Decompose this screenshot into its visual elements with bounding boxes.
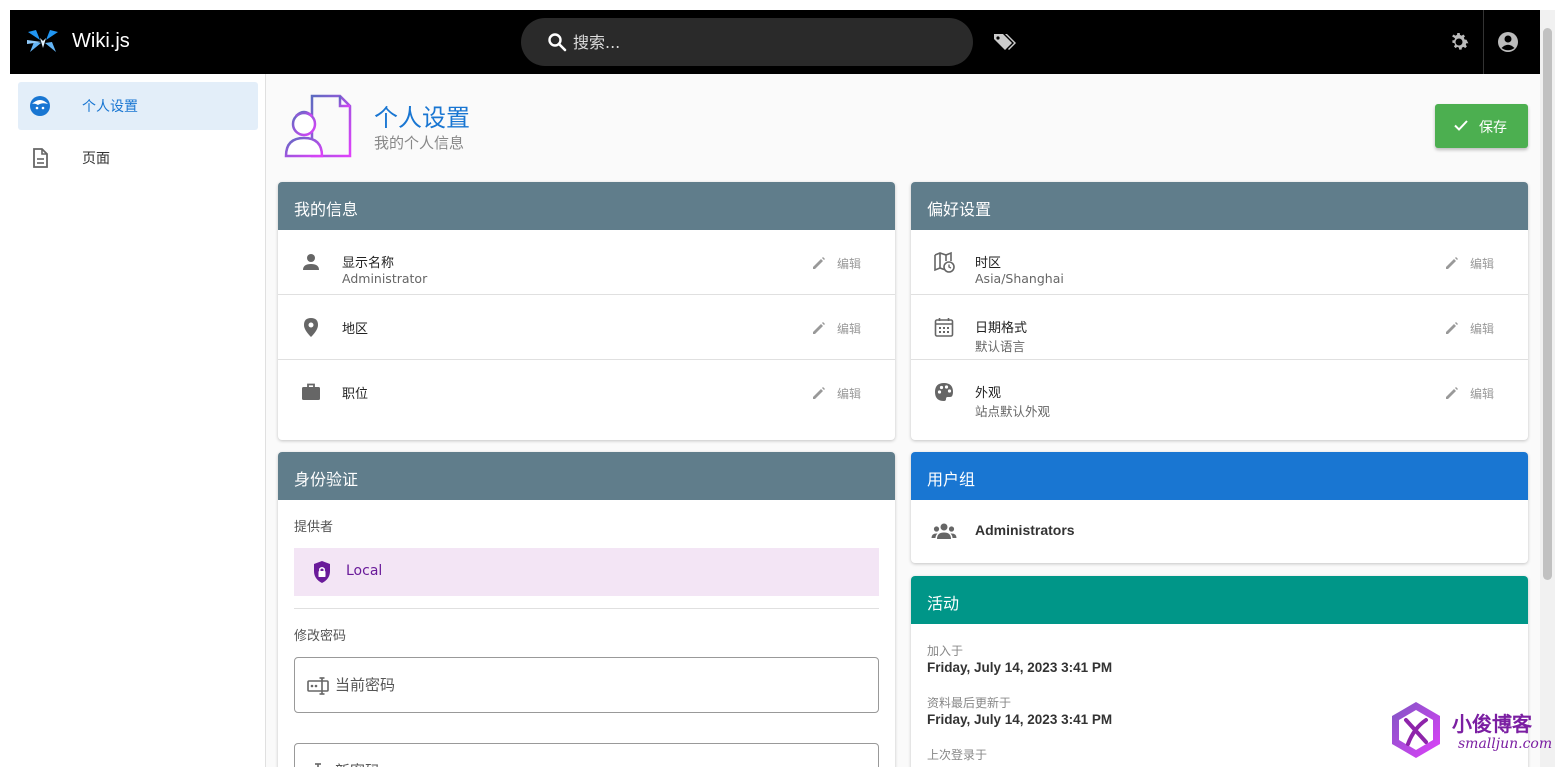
pencil-icon bbox=[813, 257, 825, 269]
edit-label: 编辑 bbox=[1470, 257, 1495, 271]
sidebar: 个人设置 页面 bbox=[10, 74, 266, 767]
timezone-label: 时区 bbox=[975, 256, 1002, 271]
groups-card: 用户组 Administrators bbox=[911, 452, 1528, 563]
edit-label: 编辑 bbox=[837, 387, 862, 401]
edit-job-title-button[interactable]: 编辑 bbox=[811, 383, 867, 403]
page-subtitle: 我的个人信息 bbox=[374, 134, 465, 152]
my-info-title: 我的信息 bbox=[278, 182, 895, 230]
timezone-value: Asia/Shanghai bbox=[975, 271, 1064, 286]
display-name-row: 显示名称 Administrator 编辑 bbox=[278, 230, 895, 295]
job-title-label: 职位 bbox=[342, 387, 369, 402]
appearance-value: 站点默认外观 bbox=[975, 404, 1051, 419]
last-login-label: 上次登录于 bbox=[927, 748, 988, 762]
job-title-row: 职位 编辑 bbox=[278, 360, 895, 425]
timezone-row: 时区 Asia/Shanghai 编辑 bbox=[911, 230, 1528, 295]
watermark-name: 小俊博客 bbox=[1452, 712, 1532, 736]
person-icon bbox=[303, 254, 319, 270]
current-password-field[interactable] bbox=[294, 657, 879, 713]
location-label: 地区 bbox=[342, 322, 369, 337]
updated-value: Friday, July 14, 2023 3:41 PM bbox=[927, 712, 1113, 727]
sidebar-item-label: 个人设置 bbox=[82, 99, 138, 115]
account-circle-icon[interactable] bbox=[1496, 30, 1520, 54]
pencil-icon bbox=[1446, 257, 1458, 269]
location-row: 地区 编辑 bbox=[278, 295, 895, 360]
display-name-label: 显示名称 bbox=[342, 256, 395, 271]
face-profile-icon bbox=[30, 96, 50, 116]
edit-location-button[interactable]: 编辑 bbox=[811, 318, 867, 338]
edit-label: 编辑 bbox=[837, 257, 862, 271]
edit-timezone-button[interactable]: 编辑 bbox=[1444, 253, 1500, 273]
wikijs-logo-icon[interactable] bbox=[26, 28, 60, 56]
map-clock-icon bbox=[934, 251, 955, 273]
check-icon bbox=[1454, 120, 1468, 131]
account-group-icon bbox=[931, 523, 957, 539]
palette-icon bbox=[935, 383, 953, 401]
form-textbox-password-icon bbox=[307, 677, 329, 695]
joined-value: Friday, July 14, 2023 3:41 PM bbox=[927, 660, 1113, 675]
search-input[interactable] bbox=[573, 26, 953, 58]
edit-label: 编辑 bbox=[1470, 322, 1495, 336]
new-password-input[interactable] bbox=[335, 758, 855, 767]
updated-label: 资料最后更新于 bbox=[927, 696, 1012, 710]
form-textbox-icon bbox=[315, 763, 321, 767]
sidebar-item-profile[interactable]: 个人设置 bbox=[18, 82, 258, 130]
calendar-icon bbox=[934, 318, 954, 337]
appearance-row: 外观 站点默认外观 编辑 bbox=[911, 360, 1528, 425]
topbar-divider bbox=[1483, 10, 1484, 74]
change-password-label: 修改密码 bbox=[294, 629, 347, 644]
groups-title: 用户组 bbox=[911, 452, 1528, 500]
app-title[interactable]: Wiki.js bbox=[72, 30, 130, 53]
tags-icon[interactable] bbox=[992, 30, 1018, 54]
sidebar-item-label: 页面 bbox=[82, 151, 110, 167]
date-format-label: 日期格式 bbox=[975, 321, 1028, 336]
save-button[interactable]: 保存 bbox=[1435, 104, 1528, 148]
watermark-logo-icon bbox=[1392, 702, 1440, 758]
new-password-field[interactable] bbox=[294, 743, 879, 767]
watermark: 小俊博客 smalljun.com bbox=[1386, 700, 1556, 762]
edit-date-format-button[interactable]: 编辑 bbox=[1444, 318, 1500, 338]
my-info-card: 我的信息 显示名称 Administrator 编辑 地区 编辑 职位 编辑 bbox=[278, 182, 895, 440]
auth-divider bbox=[294, 608, 879, 609]
preferences-title: 偏好设置 bbox=[911, 182, 1528, 230]
auth-title: 身份验证 bbox=[278, 452, 895, 500]
edit-display-name-button[interactable]: 编辑 bbox=[811, 253, 867, 273]
date-format-row: 日期格式 默认语言 编辑 bbox=[911, 295, 1528, 360]
edit-label: 编辑 bbox=[1470, 387, 1495, 401]
provider-label: 提供者 bbox=[294, 520, 334, 535]
provider-badge: Local bbox=[294, 548, 879, 596]
location-icon bbox=[304, 318, 318, 337]
pencil-icon bbox=[813, 322, 825, 334]
preferences-card: 偏好设置 时区 Asia/Shanghai 编辑 日期格式 默认语言 编辑 外观… bbox=[911, 182, 1528, 440]
page-title: 个人设置 bbox=[374, 104, 470, 132]
display-name-value: Administrator bbox=[342, 271, 428, 286]
edit-appearance-button[interactable]: 编辑 bbox=[1444, 383, 1500, 403]
provider-name: Local bbox=[346, 563, 383, 579]
sidebar-item-pages[interactable]: 页面 bbox=[18, 134, 258, 182]
file-document-icon bbox=[33, 148, 48, 168]
scrollbar-thumb[interactable] bbox=[1543, 28, 1552, 580]
app-window: Wiki.js 搜索... 个人设置 页面 个人设置 我的个人信息 保存 我的信… bbox=[10, 10, 1540, 767]
shield-lock-icon bbox=[314, 561, 330, 583]
watermark-url: smalljun.com bbox=[1458, 736, 1553, 752]
joined-label: 加入于 bbox=[927, 644, 964, 658]
edit-label: 编辑 bbox=[837, 322, 862, 336]
pencil-icon bbox=[813, 387, 825, 399]
pencil-icon bbox=[1446, 387, 1458, 399]
profile-illustration-icon bbox=[284, 94, 352, 158]
briefcase-icon bbox=[302, 383, 320, 400]
search-icon bbox=[548, 33, 567, 52]
auth-card: 身份验证 提供者 Local 修改密码 bbox=[278, 452, 895, 767]
activity-title: 活动 bbox=[911, 576, 1528, 624]
save-button-label: 保存 bbox=[1479, 120, 1507, 136]
top-bar: Wiki.js bbox=[10, 10, 1540, 74]
date-format-value: 默认语言 bbox=[975, 339, 1026, 354]
current-password-input[interactable] bbox=[335, 672, 855, 698]
appearance-label: 外观 bbox=[975, 386, 1002, 401]
group-item: Administrators bbox=[975, 522, 1075, 538]
search-bar[interactable] bbox=[521, 18, 973, 66]
gear-icon[interactable] bbox=[1447, 30, 1471, 54]
pencil-icon bbox=[1446, 322, 1458, 334]
